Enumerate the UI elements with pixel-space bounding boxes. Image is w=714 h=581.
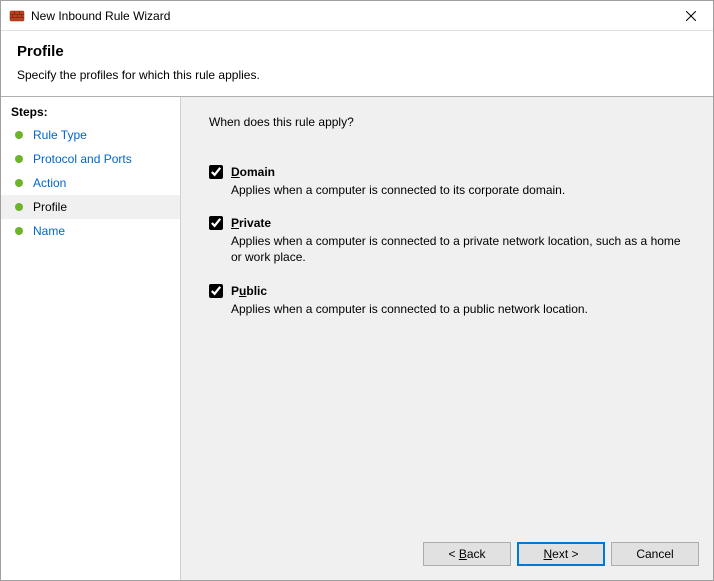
cancel-button[interactable]: Cancel xyxy=(611,542,699,566)
step-label: Rule Type xyxy=(33,128,87,142)
private-label[interactable]: Private xyxy=(231,216,271,230)
titlebar: New Inbound Rule Wizard xyxy=(1,1,713,31)
steps-sidebar: Steps: Rule Type Protocol and Ports Acti… xyxy=(1,97,181,580)
profile-public-row: Public Applies when a computer is connec… xyxy=(209,284,685,317)
private-description: Applies when a computer is connected to … xyxy=(231,233,685,265)
header: Profile Specify the profiles for which t… xyxy=(1,31,713,96)
public-label[interactable]: Public xyxy=(231,284,267,298)
private-checkbox[interactable] xyxy=(209,216,223,230)
body: Steps: Rule Type Protocol and Ports Acti… xyxy=(1,96,713,580)
wizard-window: New Inbound Rule Wizard Profile Specify … xyxy=(0,0,714,581)
domain-checkbox[interactable] xyxy=(209,165,223,179)
public-description: Applies when a computer is connected to … xyxy=(231,301,685,317)
footer: < Back Next > Cancel xyxy=(181,532,713,580)
domain-description: Applies when a computer is connected to … xyxy=(231,182,685,198)
step-rule-type[interactable]: Rule Type xyxy=(1,123,180,147)
question-text: When does this rule apply? xyxy=(209,115,685,129)
step-bullet-icon xyxy=(15,131,23,139)
close-button[interactable] xyxy=(668,1,713,30)
step-label: Action xyxy=(33,176,66,190)
step-bullet-icon xyxy=(15,227,23,235)
step-name[interactable]: Name xyxy=(1,219,180,243)
step-bullet-icon xyxy=(15,203,23,211)
domain-label[interactable]: Domain xyxy=(231,165,275,179)
content: When does this rule apply? Domain Applie… xyxy=(181,97,713,532)
firewall-icon xyxy=(9,8,25,24)
page-title: Profile xyxy=(17,43,697,60)
page-subtitle: Specify the profiles for which this rule… xyxy=(17,68,697,82)
step-protocol-and-ports[interactable]: Protocol and Ports xyxy=(1,147,180,171)
window-title: New Inbound Rule Wizard xyxy=(31,9,668,23)
back-button[interactable]: < Back xyxy=(423,542,511,566)
step-label: Name xyxy=(33,224,65,238)
close-icon xyxy=(686,11,696,21)
public-checkbox[interactable] xyxy=(209,284,223,298)
step-bullet-icon xyxy=(15,179,23,187)
step-profile[interactable]: Profile xyxy=(1,195,180,219)
main-panel: When does this rule apply? Domain Applie… xyxy=(181,97,713,580)
profile-domain-row: Domain Applies when a computer is connec… xyxy=(209,165,685,198)
step-bullet-icon xyxy=(15,155,23,163)
step-action[interactable]: Action xyxy=(1,171,180,195)
step-label: Profile xyxy=(33,200,67,214)
next-button[interactable]: Next > xyxy=(517,542,605,566)
steps-heading: Steps: xyxy=(1,103,180,123)
step-label: Protocol and Ports xyxy=(33,152,132,166)
profile-private-row: Private Applies when a computer is conne… xyxy=(209,216,685,265)
